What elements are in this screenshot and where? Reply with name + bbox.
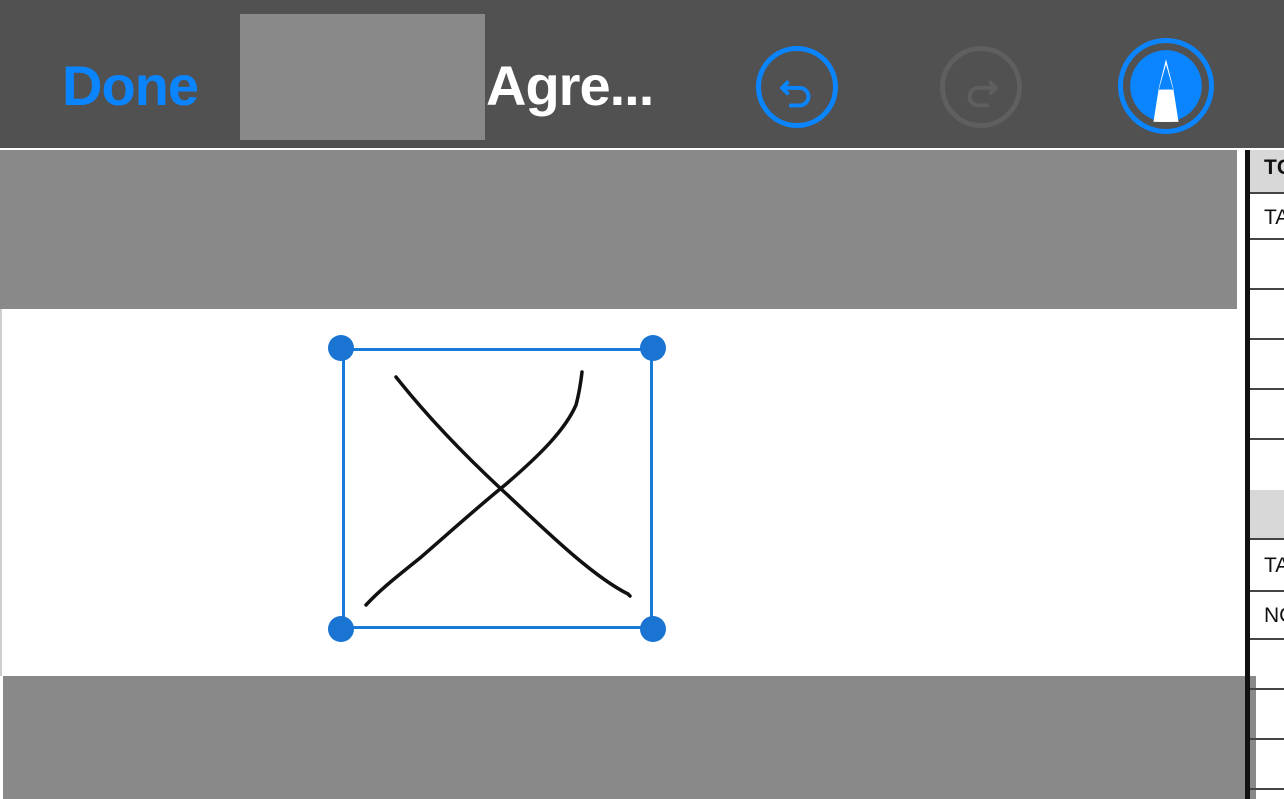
resize-handle-bottom-right[interactable] (640, 616, 666, 642)
signature-drawing[interactable] (0, 0, 1284, 799)
resize-handle-top-left[interactable] (328, 335, 354, 361)
resize-handle-top-right[interactable] (640, 335, 666, 361)
resize-handle-bottom-left[interactable] (328, 616, 354, 642)
